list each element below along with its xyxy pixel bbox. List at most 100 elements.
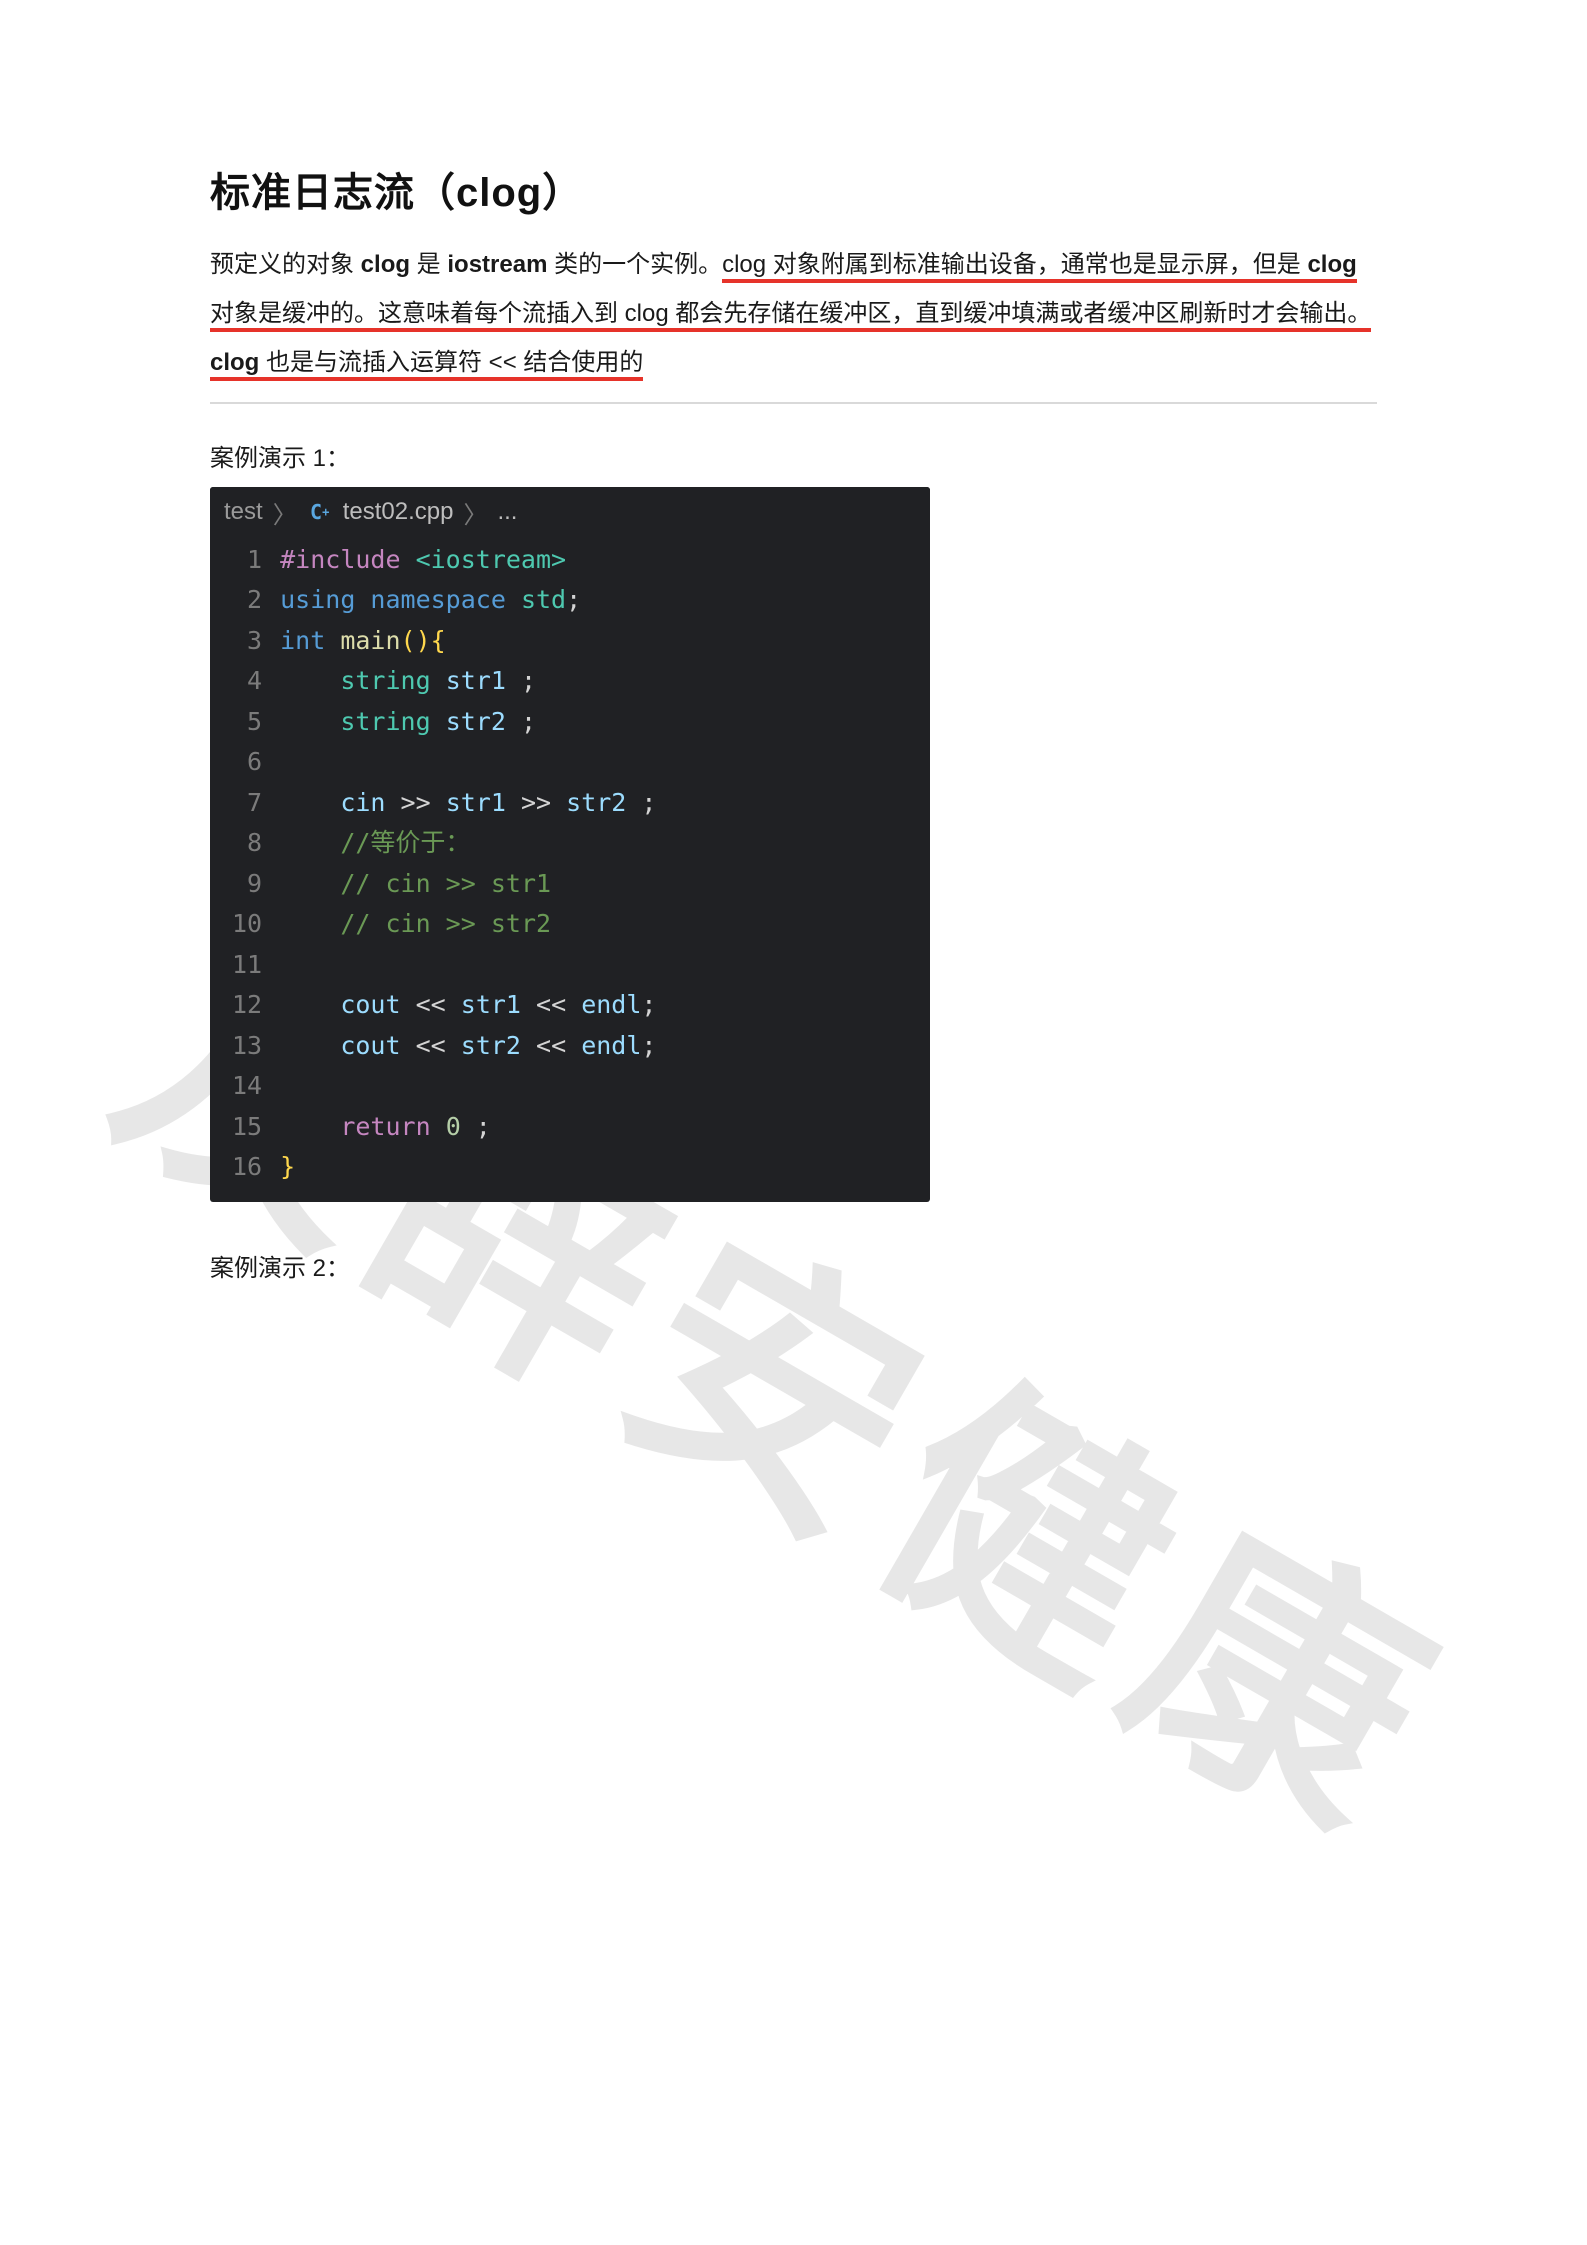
code-token: return (340, 1112, 445, 1141)
code-token: << (521, 1031, 581, 1060)
text-run: clog 对象附属到标准输出设备，通常也是显示屏，但是 (722, 251, 1307, 278)
code-token: ; (521, 707, 536, 736)
chevron-right-icon: 〉 (463, 495, 487, 530)
code-token: string (340, 666, 445, 695)
code-token: << (401, 1031, 461, 1060)
code-token (280, 788, 340, 817)
code-token: ; (641, 1031, 656, 1060)
line-number: 9 (232, 864, 262, 905)
code-token: ; (641, 788, 656, 817)
bold-clog-2: clog (1307, 251, 1356, 278)
code-token: main (340, 626, 400, 655)
text-run: 也是与流插入运算符 << 结合使用的 (259, 349, 643, 376)
line-number: 16 (232, 1147, 262, 1188)
code-token: >> (506, 788, 566, 817)
code-line: string str2 ; (280, 702, 656, 743)
line-number: 1 (232, 540, 262, 581)
code-token: str1 (461, 990, 521, 1019)
code-token: } (280, 1152, 295, 1181)
underline-red-2: 这意味着每个流插入到 clog 都会先存储在缓冲区，直到缓冲填满或者缓冲区刷新时… (378, 300, 1371, 332)
code-token: 0 (446, 1112, 476, 1141)
code-token: namespace (370, 585, 521, 614)
code-line (280, 1066, 656, 1107)
code-token: //等价于： (340, 828, 470, 857)
intro-paragraph-2: clog 也是与流插入运算符 << 结合使用的 (210, 338, 1377, 387)
breadcrumb-file: test02.cpp (343, 498, 454, 526)
code-area: #include <iostream>using namespace std;i… (280, 536, 678, 1202)
line-number-gutter: 12345678910111213141516 (210, 536, 280, 1202)
code-token (280, 990, 340, 1019)
code-token (280, 1112, 340, 1141)
code-token: int (280, 626, 340, 655)
code-token: cin (340, 788, 385, 817)
line-number: 4 (232, 661, 262, 702)
code-token: string (340, 707, 445, 736)
code-token (280, 1071, 295, 1100)
line-number: 14 (232, 1066, 262, 1107)
code-token: // cin >> str1 (340, 869, 551, 898)
code-token: str2 (446, 707, 521, 736)
code-token: endl (581, 990, 641, 1019)
line-number: 8 (232, 823, 262, 864)
code-line: //等价于： (280, 823, 656, 864)
horizontal-rule (210, 402, 1377, 404)
code-token: <iostream> (416, 545, 567, 574)
example-caption-2: 案例演示 2： (210, 1248, 1377, 1283)
line-number: 11 (232, 945, 262, 986)
code-token (280, 869, 340, 898)
line-number: 15 (232, 1107, 262, 1148)
line-number: 7 (232, 783, 262, 824)
code-token: #include (280, 545, 415, 574)
code-line: // cin >> str1 (280, 864, 656, 905)
code-token: << (401, 990, 461, 1019)
code-line (280, 945, 656, 986)
code-line: // cin >> str2 (280, 904, 656, 945)
code-token: cout (340, 990, 400, 1019)
code-token (280, 950, 295, 979)
bold-clog: clog (361, 251, 410, 278)
code-line: string str1 ; (280, 661, 656, 702)
text-run: 类的一个实例。 (547, 251, 722, 278)
code-token: str2 (566, 788, 641, 817)
breadcrumb-folder: test (224, 498, 263, 526)
code-body: 12345678910111213141516 #include <iostre… (210, 536, 930, 1202)
code-token (280, 909, 340, 938)
code-token: str1 (446, 666, 521, 695)
cpp-file-icon: C+ (307, 499, 333, 525)
code-token: cout (340, 1031, 400, 1060)
code-token: endl (581, 1031, 641, 1060)
editor-breadcrumb: test 〉 C+ test02.cpp 〉 ... (210, 487, 930, 536)
document-page: 标准日志流（clog） 预定义的对象 clog 是 iostream 类的一个实… (0, 0, 1587, 2245)
text-run: 是 (410, 251, 447, 278)
bold-clog-3: clog (210, 349, 259, 376)
breadcrumb-tail: ... (497, 498, 517, 526)
chevron-right-icon: 〉 (273, 495, 297, 530)
text-run: 对象是缓冲的。 (210, 300, 378, 327)
code-token: std (521, 585, 566, 614)
code-token (280, 666, 340, 695)
line-number: 6 (232, 742, 262, 783)
bold-iostream: iostream (447, 251, 547, 278)
code-line: int main(){ (280, 621, 656, 662)
code-line: cin >> str1 >> str2 ; (280, 783, 656, 824)
code-token (280, 828, 340, 857)
section-heading: 标准日志流（clog） (210, 160, 1377, 218)
code-line: #include <iostream> (280, 540, 656, 581)
code-token: str1 (446, 788, 506, 817)
code-token: ; (566, 585, 581, 614)
text-run: 预定义的对象 (210, 251, 361, 278)
code-line: using namespace std; (280, 580, 656, 621)
line-number: 3 (232, 621, 262, 662)
code-line: return 0 ; (280, 1107, 656, 1148)
code-token: ; (641, 990, 656, 1019)
underline-red-3: clog 也是与流插入运算符 << 结合使用的 (210, 349, 643, 381)
line-number: 12 (232, 985, 262, 1026)
line-number: 10 (232, 904, 262, 945)
code-token: str2 (461, 1031, 521, 1060)
line-number: 5 (232, 702, 262, 743)
code-token: ; (521, 666, 536, 695)
example-caption-1: 案例演示 1： (210, 438, 1377, 473)
code-token: { (431, 626, 446, 655)
line-number: 13 (232, 1026, 262, 1067)
code-token (280, 747, 295, 776)
